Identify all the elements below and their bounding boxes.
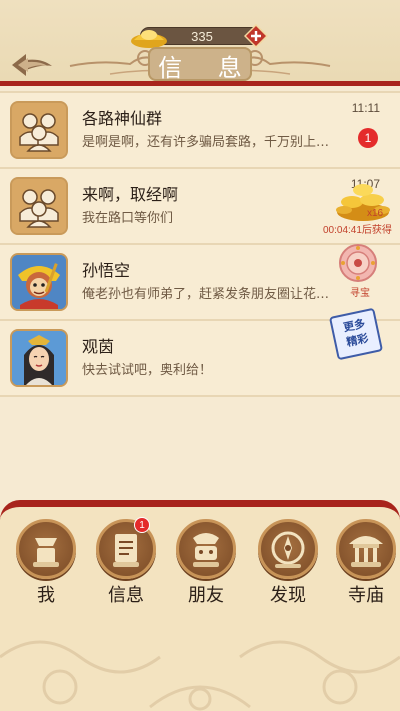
gold-ingot-icon (131, 30, 167, 48)
nav-circle (176, 519, 236, 579)
nav-label: 发现 (270, 585, 306, 606)
message-row-group-1[interactable]: 各路神仙群 是啊是啊，还有许多骗局套路，千万别上… 11:11 1 (0, 91, 400, 169)
treasure-wheel-icon[interactable] (338, 243, 378, 283)
nav-label: 信息 (108, 585, 144, 606)
guanyin-avatar-icon (12, 331, 66, 385)
nav-item-temple[interactable]: 寺庙 (334, 519, 398, 609)
guanyin-avatar (10, 329, 68, 387)
message-sender-name: 各路神仙群 (82, 109, 163, 128)
sun-wukong-avatar-icon (12, 255, 66, 309)
message-sender-name: 孙悟空 (82, 261, 131, 280)
unread-badge: 1 (358, 128, 378, 148)
nav-item-messages[interactable]: 1 信息 (94, 517, 158, 609)
compass-icon (271, 531, 305, 568)
group-avatar (10, 177, 68, 235)
nav-label: 我 (37, 585, 55, 606)
friends-icon (193, 533, 219, 567)
add-currency-button[interactable] (244, 24, 268, 48)
message-preview: 俺老孙也有师弟了，赶紧发条朋友圈让花… (82, 287, 330, 302)
temple-icon (349, 536, 383, 567)
group-avatar-icon (12, 103, 66, 157)
treasure-count: x16 (367, 208, 384, 219)
message-preview: 是啊是啊，还有许多骗局套路，千万别上… (82, 135, 330, 150)
message-preview: 快去试试吧，奥利给！ (82, 363, 213, 378)
nav-item-friends[interactable]: 朋友 (174, 519, 238, 609)
group-avatar (10, 101, 68, 159)
bottom-nav: 我 1 信息 朋友 发现 寺庙 (0, 500, 400, 711)
nav-item-discover[interactable]: 发现 (256, 519, 320, 609)
nav-item-me[interactable]: 我 (14, 519, 78, 609)
message-time: 11:11 (351, 101, 380, 115)
me-icon (33, 538, 59, 567)
sun-wukong-avatar (10, 253, 68, 311)
nav-label: 朋友 (188, 585, 224, 606)
group-avatar-icon (12, 179, 66, 233)
treasure-timer: 00:04:41后获得 (323, 225, 392, 236)
header-bar: 335 信 息 (0, 0, 400, 86)
message-preview: 我在路口等你们 (82, 211, 174, 226)
message-sender-name: 来啊，取经啊 (82, 185, 179, 204)
nav-circle (258, 519, 318, 579)
treasure-wheel-label: 寻宝 (350, 288, 370, 299)
nav-label: 寺庙 (348, 585, 384, 606)
nav-cloud-pattern (0, 640, 400, 711)
nav-circle (336, 519, 396, 579)
more-content-button[interactable]: 更多 精彩 (328, 307, 384, 361)
nav-circle (16, 519, 76, 579)
message-sender-name: 观茵 (82, 337, 115, 356)
page-title: 信 息 (158, 54, 256, 82)
nav-unread-badge: 1 (134, 517, 150, 533)
